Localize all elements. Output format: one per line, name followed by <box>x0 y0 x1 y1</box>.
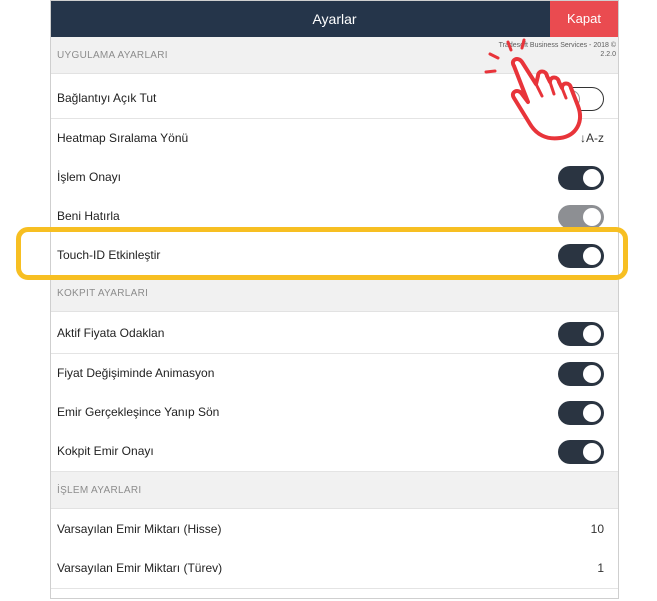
toggle-knob <box>583 404 601 422</box>
miktar-turev-value[interactable]: 1 <box>597 549 604 588</box>
row-label: Kokpit Emir Onayı <box>57 444 154 458</box>
row-label: Aktif Fiyata Odaklan <box>57 326 165 340</box>
row-emir-yanip[interactable]: Emir Gerçekleşince Yanıp Sön <box>51 393 618 433</box>
row-islem-onayi[interactable]: İşlem Onayı <box>51 158 618 198</box>
section-title: İŞLEM AYARLARI <box>57 484 142 496</box>
header-bar: Ayarlar Kapat <box>51 1 618 37</box>
row-miktar-hisse[interactable]: Varsayılan Emir Miktarı (Hisse) 10 <box>51 510 618 550</box>
section-islem-settings: İŞLEM AYARLARI <box>51 472 618 509</box>
miktar-hisse-value[interactable]: 10 <box>591 510 604 549</box>
fiyat-animasyon-toggle[interactable] <box>558 362 604 386</box>
toggle-knob <box>583 365 601 383</box>
islem-onayi-toggle[interactable] <box>558 166 604 190</box>
section-kokpit-settings: KOKPIT AYARLARI <box>51 276 618 312</box>
row-kokpit-onay[interactable]: Kokpit Emir Onayı <box>51 432 618 472</box>
kokpit-onay-toggle[interactable] <box>558 440 604 464</box>
row-aktif-fiyat[interactable]: Aktif Fiyata Odaklan <box>51 314 618 354</box>
row-label: Emir Gerçekleşince Yanıp Sön <box>57 405 220 419</box>
section-title: KOKPIT AYARLARI <box>57 288 149 299</box>
emir-yanip-toggle[interactable] <box>558 401 604 425</box>
close-button[interactable]: Kapat <box>550 1 618 37</box>
row-label: Varsayılan Emir Miktarı (Hisse) <box>57 522 222 536</box>
beni-hatirla-toggle[interactable] <box>558 205 604 229</box>
toggle-knob <box>583 325 601 343</box>
touch-id-highlight-frame <box>16 227 628 280</box>
section-title: UYGULAMA AYARLARI <box>57 49 168 61</box>
toggle-knob <box>583 443 601 461</box>
row-label: Heatmap Sıralama Yönü <box>57 131 189 145</box>
row-miktar-turev[interactable]: Varsayılan Emir Miktarı (Türev) 1 <box>51 549 618 589</box>
row-label: İşlem Onayı <box>57 170 122 184</box>
aktif-fiyat-toggle[interactable] <box>558 322 604 346</box>
row-label: Fiyat Değişiminde Animasyon <box>57 366 215 380</box>
toggle-knob <box>583 208 601 226</box>
row-fiyat-animasyon[interactable]: Fiyat Değişiminde Animasyon <box>51 354 618 394</box>
row-label: Bağlantıyı Açık Tut <box>57 91 157 105</box>
page-title: Ayarlar <box>312 11 357 27</box>
row-label: Varsayılan Emir Miktarı (Türev) <box>57 561 223 575</box>
tap-hand-icon <box>484 38 582 141</box>
toggle-knob <box>583 169 601 187</box>
